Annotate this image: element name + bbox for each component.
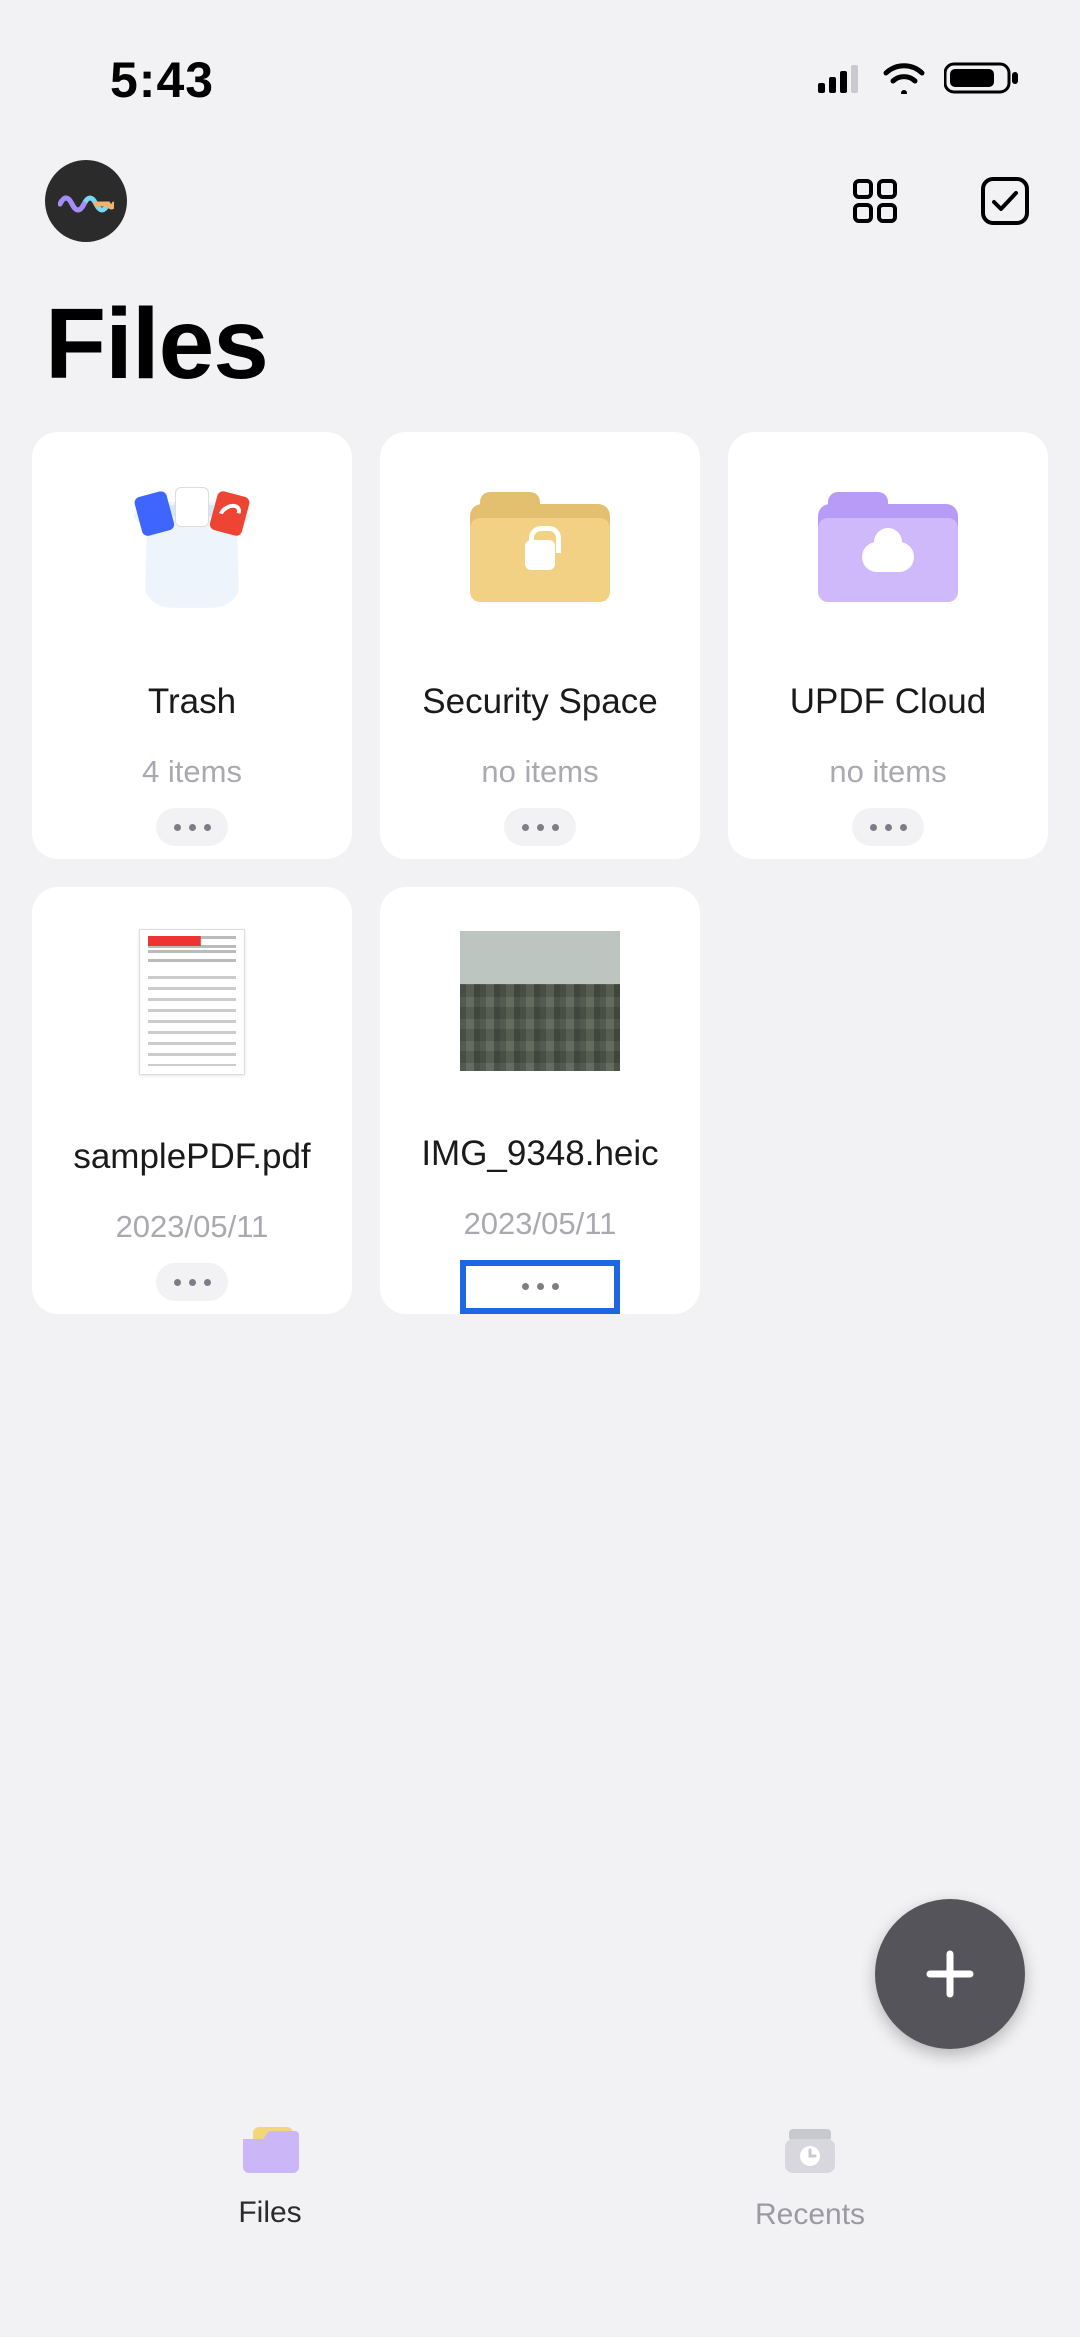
avatar[interactable] — [45, 160, 127, 242]
item-more-button[interactable] — [156, 1263, 228, 1301]
item-file-heic[interactable]: IMG_9348.heic 2023/05/11 — [380, 887, 700, 1314]
tab-bar: Files Recents — [0, 2087, 1080, 2337]
item-subtext: no items — [829, 754, 946, 790]
cellular-icon — [818, 63, 864, 98]
plus-icon — [918, 1942, 982, 2006]
items-grid: Trash 4 items Security Space no items — [0, 432, 1080, 1314]
status-time: 5:43 — [110, 51, 214, 109]
header-row — [0, 120, 1080, 242]
checkbox-icon — [979, 175, 1031, 227]
grid-view-button[interactable] — [845, 171, 905, 231]
locked-folder-icon — [460, 467, 620, 627]
tab-files[interactable]: Files — [0, 2087, 540, 2337]
add-button[interactable] — [875, 1899, 1025, 2049]
item-more-button[interactable] — [504, 808, 576, 846]
tab-label: Files — [238, 2196, 301, 2230]
tab-label: Recents — [755, 2198, 865, 2232]
item-name: samplePDF.pdf — [63, 1137, 320, 1177]
grid-icon — [851, 177, 899, 225]
item-name: IMG_9348.heic — [411, 1134, 668, 1173]
item-more-button[interactable] — [156, 808, 228, 846]
pdf-thumbnail — [112, 922, 272, 1082]
item-name: UPDF Cloud — [780, 682, 996, 722]
item-file-pdf[interactable]: samplePDF.pdf 2023/05/11 — [32, 887, 352, 1314]
item-more-button[interactable] — [460, 1260, 620, 1314]
item-more-button[interactable] — [852, 808, 924, 846]
item-security-space[interactable]: Security Space no items — [380, 432, 700, 859]
status-bar: 5:43 — [0, 0, 1080, 120]
cloud-folder-icon — [808, 467, 968, 627]
item-name: Trash — [138, 682, 246, 722]
header-actions — [845, 171, 1035, 231]
item-updf-cloud[interactable]: UPDF Cloud no items — [728, 432, 1048, 859]
select-button[interactable] — [975, 171, 1035, 231]
item-subtext: 2023/05/11 — [464, 1206, 617, 1242]
status-indicators — [818, 61, 1020, 100]
trash-icon — [112, 467, 272, 627]
item-name: Security Space — [412, 682, 667, 722]
battery-icon — [944, 61, 1020, 100]
item-subtext: 2023/05/11 — [116, 1209, 269, 1245]
item-trash[interactable]: Trash 4 items — [32, 432, 352, 859]
recents-tab-icon — [781, 2125, 839, 2182]
item-subtext: no items — [481, 754, 598, 790]
image-thumbnail — [460, 922, 620, 1079]
page-title: Files — [0, 242, 1080, 432]
wifi-icon — [882, 62, 926, 99]
app-logo-icon — [58, 186, 114, 216]
folder-tab-icon — [239, 2125, 301, 2180]
tab-recents[interactable]: Recents — [540, 2087, 1080, 2337]
item-subtext: 4 items — [142, 754, 242, 790]
